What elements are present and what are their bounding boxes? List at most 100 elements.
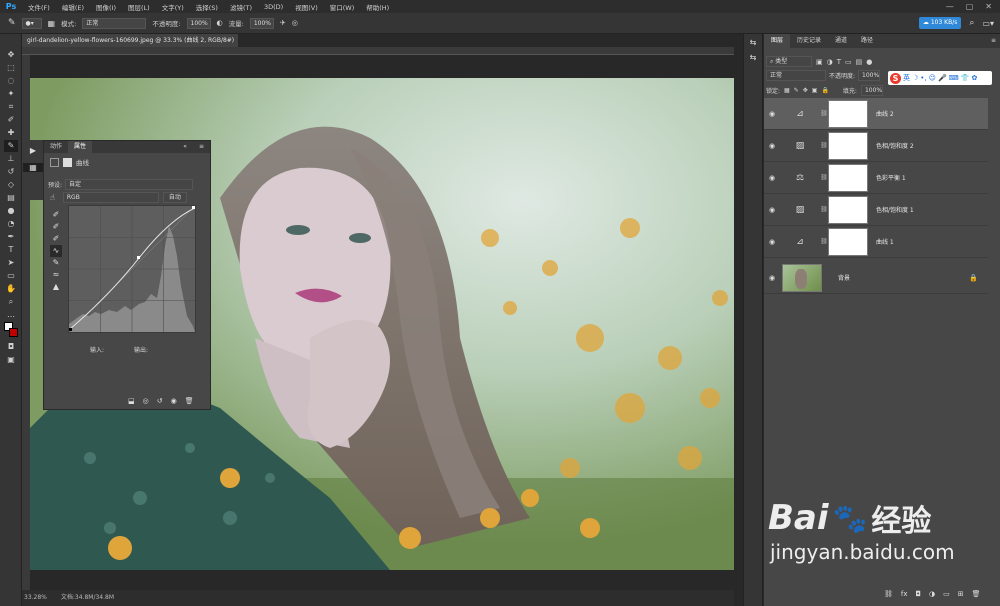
- layer-mask-thumbnail[interactable]: [828, 99, 868, 128]
- brush-size-picker[interactable]: ●▾: [21, 17, 42, 29]
- gradient-tool-icon[interactable]: ▤: [4, 192, 18, 204]
- screen-mode-icon[interactable]: ▣: [4, 354, 18, 366]
- clone-stamp-tool-icon[interactable]: ⊥: [4, 153, 18, 165]
- history-panel-icon[interactable]: ⇆: [744, 38, 762, 47]
- filter-smart-icon[interactable]: ▤: [856, 58, 863, 66]
- new-group-icon[interactable]: ▭: [943, 590, 950, 598]
- preset-select[interactable]: 自定: [65, 179, 194, 190]
- quick-mask-icon[interactable]: ◘: [4, 341, 18, 353]
- layer-mask-thumbnail[interactable]: [828, 195, 868, 224]
- layer-mask-thumbnail[interactable]: [828, 227, 868, 256]
- layer-name[interactable]: 色相/饱和度 2: [876, 141, 914, 150]
- new-adjustment-icon[interactable]: ◑: [929, 590, 935, 598]
- menu-edit[interactable]: 编辑(E): [56, 2, 90, 12]
- document-tab[interactable]: girl-dandelion-yellow-flowers-160699.jpe…: [22, 34, 238, 57]
- clipping-warning-icon[interactable]: ▲: [50, 281, 62, 293]
- eyedropper-tool-icon[interactable]: ✐: [4, 114, 18, 126]
- add-mask-icon[interactable]: ◘: [916, 590, 922, 598]
- filter-type-icon[interactable]: T: [837, 58, 841, 66]
- play-icon[interactable]: ▶: [23, 146, 43, 155]
- shape-tool-icon[interactable]: ▭: [4, 270, 18, 282]
- filter-adjustment-icon[interactable]: ◑: [827, 58, 833, 66]
- gray-point-eyedropper-icon[interactable]: ✐: [50, 221, 62, 233]
- maximize-button[interactable]: ▢: [966, 2, 974, 11]
- pen-tool-icon[interactable]: ✒: [4, 231, 18, 243]
- visibility-eye-icon[interactable]: ◉: [764, 142, 780, 150]
- menu-image[interactable]: 图像(I): [90, 2, 122, 12]
- zoom-tool-icon[interactable]: ⌕: [4, 296, 18, 308]
- moon-icon[interactable]: ☽: [912, 74, 918, 82]
- menu-view[interactable]: 视图(V): [289, 2, 324, 12]
- link-icon[interactable]: ⛓: [820, 238, 828, 245]
- layer-kind-filter[interactable]: ⌕ 类型: [766, 56, 812, 67]
- layer-row-hue-saturation-1[interactable]: ◉ ▨ ⛓ 色相/饱和度 1: [764, 194, 988, 226]
- auto-button[interactable]: 自动: [162, 192, 187, 203]
- crop-tool-icon[interactable]: ⌗: [4, 101, 18, 113]
- visibility-eye-icon[interactable]: ◉: [764, 206, 780, 214]
- eraser-tool-icon[interactable]: ◇: [4, 179, 18, 191]
- close-button[interactable]: ✕: [985, 2, 992, 11]
- workspace-icon[interactable]: ▭▾: [982, 19, 994, 28]
- menu-3d[interactable]: 3D(D): [258, 3, 289, 11]
- tab-layers[interactable]: 图层: [764, 34, 791, 48]
- lock-artboard-icon[interactable]: ▣: [812, 87, 818, 94]
- brush-tool-icon[interactable]: ✎: [8, 18, 16, 28]
- tab-properties[interactable]: 属性: [68, 141, 93, 153]
- visibility-eye-icon[interactable]: ◉: [764, 238, 780, 246]
- menu-help[interactable]: 帮助(H): [360, 2, 395, 12]
- layer-name[interactable]: 曲线 1: [876, 237, 894, 246]
- draw-curve-icon[interactable]: ✎: [50, 257, 62, 269]
- tab-paths[interactable]: 路径: [854, 34, 880, 48]
- properties-icon[interactable]: ▦: [23, 163, 43, 172]
- ime-mode[interactable]: 英: [903, 73, 910, 83]
- menu-filter[interactable]: 滤镜(T): [224, 2, 258, 12]
- sogou-logo-icon[interactable]: S: [890, 72, 901, 84]
- channel-select[interactable]: RGB: [62, 192, 159, 203]
- clip-to-layer-icon[interactable]: ⬓: [128, 397, 135, 405]
- hand-tool-icon[interactable]: ✋: [4, 283, 18, 295]
- zoom-level[interactable]: 33.28%: [24, 590, 47, 606]
- pressure-opacity-icon[interactable]: ◐: [217, 19, 223, 27]
- link-icon[interactable]: ⛓: [820, 174, 828, 181]
- filter-shape-icon[interactable]: ▭: [845, 58, 852, 66]
- visibility-eye-icon[interactable]: ◉: [764, 110, 780, 118]
- curves-plot[interactable]: [68, 205, 196, 333]
- punctuation-icon[interactable]: •,: [920, 74, 926, 82]
- filter-pixel-icon[interactable]: ▣: [816, 58, 823, 66]
- dodge-tool-icon[interactable]: ◔: [4, 218, 18, 230]
- menu-layer[interactable]: 图层(L): [122, 2, 156, 12]
- menu-select[interactable]: 选择(S): [190, 2, 224, 12]
- airbrush-icon[interactable]: ✈: [280, 19, 286, 27]
- opacity-input[interactable]: 100%: [186, 17, 211, 29]
- adjust-panel-icon[interactable]: ⇆: [744, 53, 762, 62]
- layer-name[interactable]: 色彩平衡 1: [876, 173, 906, 182]
- brush-tool-icon[interactable]: ✎: [4, 140, 18, 152]
- black-point-eyedropper-icon[interactable]: ✐: [50, 209, 62, 221]
- fill-input[interactable]: 100%: [860, 85, 883, 96]
- link-layers-icon[interactable]: ⛓: [884, 590, 893, 598]
- magic-wand-tool-icon[interactable]: ✦: [4, 88, 18, 100]
- layer-name[interactable]: 曲线 2: [876, 109, 894, 118]
- menu-type[interactable]: 文字(Y): [156, 2, 190, 12]
- marquee-tool-icon[interactable]: ⬚: [4, 62, 18, 74]
- mode-select[interactable]: 正常: [82, 17, 147, 29]
- healing-brush-tool-icon[interactable]: ✚: [4, 127, 18, 139]
- skin-icon[interactable]: 👕: [961, 74, 970, 82]
- mask-icon[interactable]: [63, 157, 72, 167]
- target-adjust-icon[interactable]: ☝: [50, 193, 55, 202]
- layer-mask-thumbnail[interactable]: [828, 163, 868, 192]
- tab-actions[interactable]: 动作: [44, 141, 68, 153]
- black-point-handle[interactable]: [69, 328, 72, 331]
- mic-icon[interactable]: 🎤: [938, 74, 947, 82]
- lock-position-icon[interactable]: ✥: [803, 87, 808, 94]
- layer-opacity-input[interactable]: 100%: [858, 70, 881, 81]
- layer-row-curves-2[interactable]: ◉ ⊿ ⛓ 曲线 2: [764, 98, 988, 130]
- reset-icon[interactable]: ↺: [157, 397, 163, 405]
- menu-window[interactable]: 窗口(W): [324, 2, 361, 12]
- fx-icon[interactable]: fx: [901, 590, 908, 598]
- white-point-eyedropper-icon[interactable]: ✐: [50, 233, 62, 245]
- history-brush-tool-icon[interactable]: ↺: [4, 166, 18, 178]
- white-point-handle[interactable]: [192, 206, 195, 209]
- view-previous-icon[interactable]: ◎: [143, 397, 149, 405]
- panel-collapse-icon[interactable]: «: [177, 141, 193, 153]
